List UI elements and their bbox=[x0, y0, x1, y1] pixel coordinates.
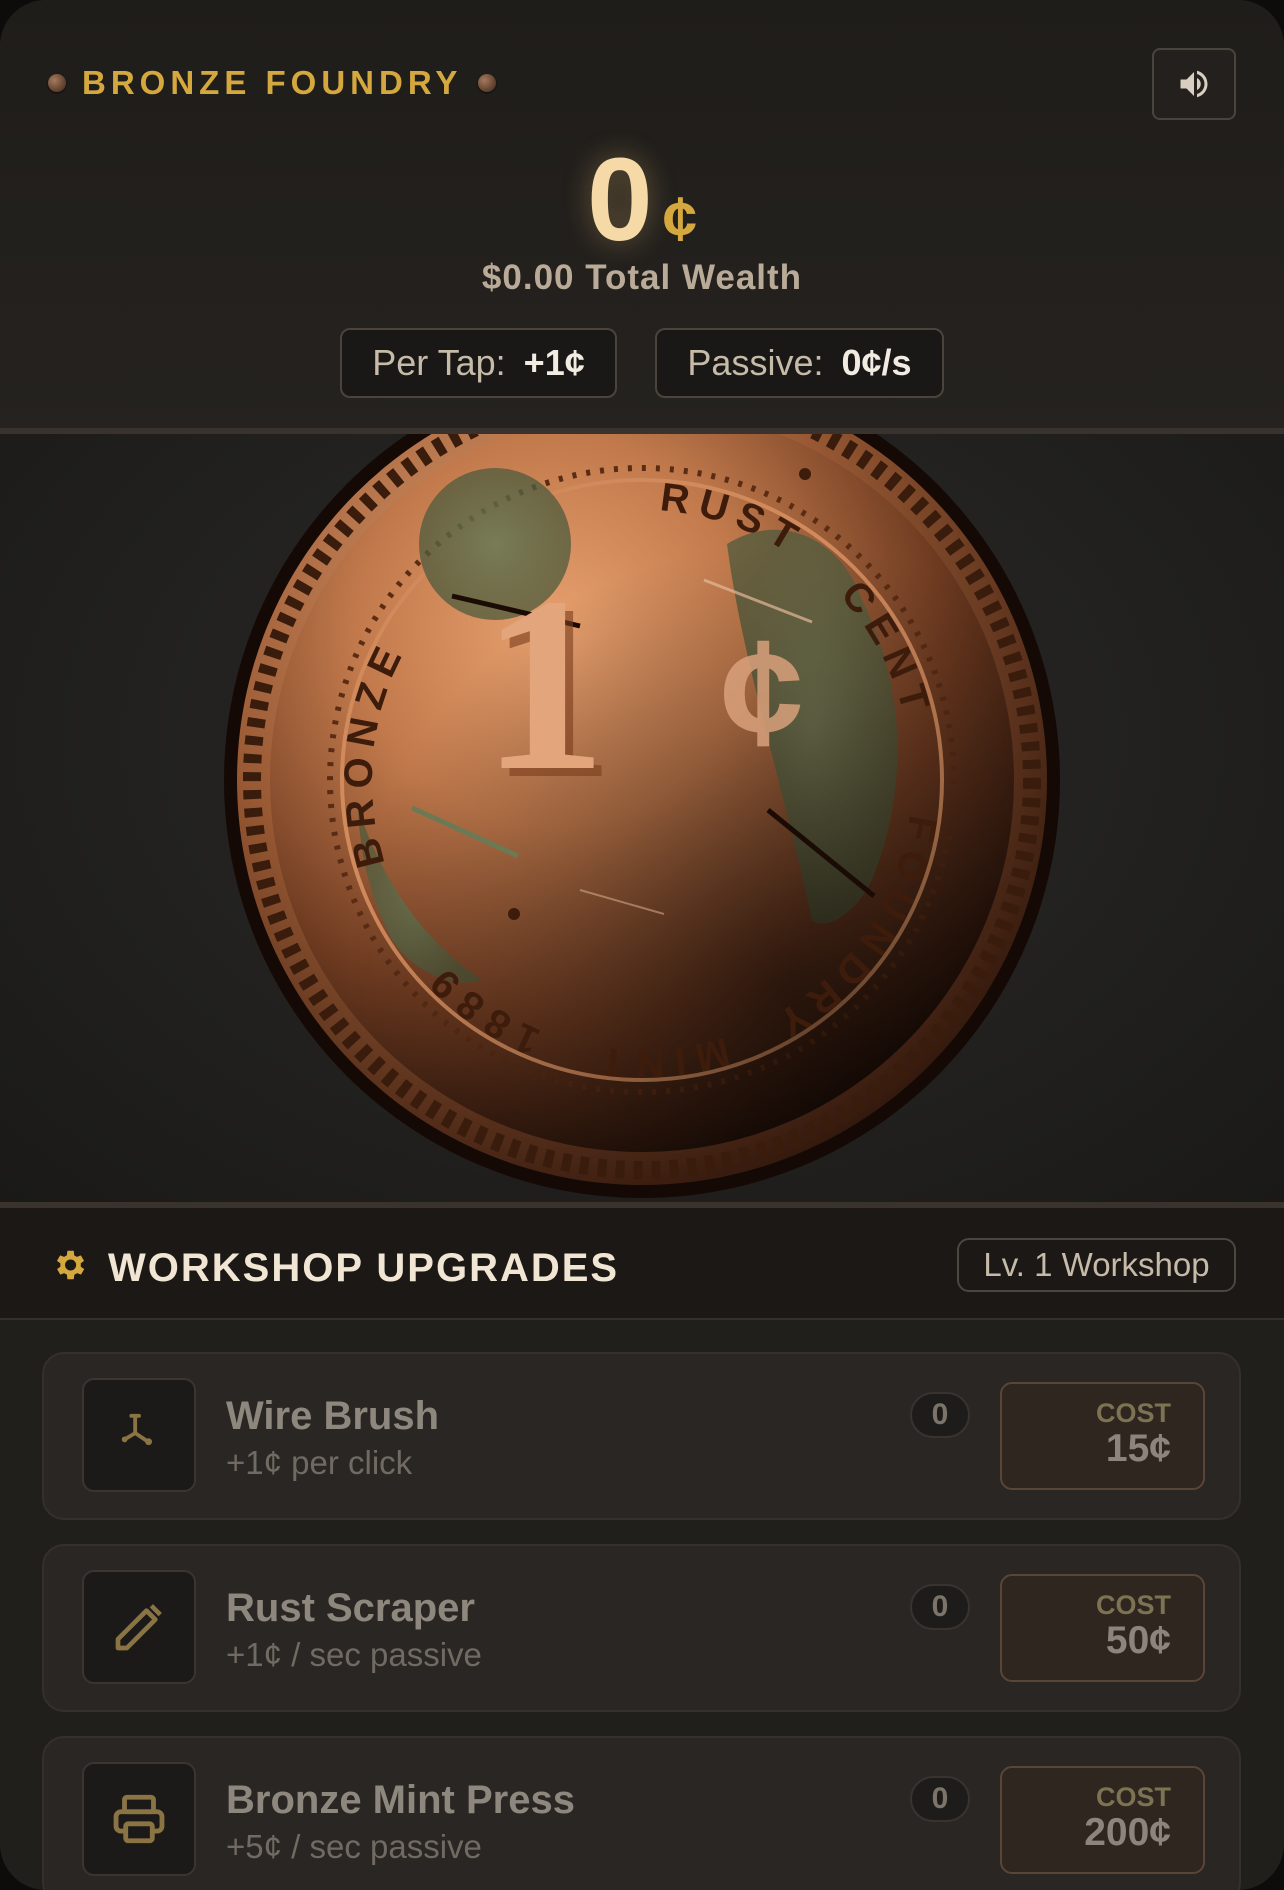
balance-display: 0 ¢ bbox=[0, 132, 1284, 268]
upgrade-card-bronze-mint-press[interactable]: Bronze Mint Press +5¢ / sec passive 0 CO… bbox=[42, 1736, 1241, 1890]
coin-denomination: 1 bbox=[482, 546, 607, 823]
per-tap-stat: Per Tap: +1¢ bbox=[340, 328, 617, 398]
tap-coin[interactable]: BRONZE RUST CENT FOUNDRY MINT 1889 1 1 ¢ bbox=[222, 434, 1062, 1200]
upgrade-icon-box bbox=[82, 1378, 196, 1492]
speaker-icon bbox=[1180, 70, 1208, 98]
upgrade-owned-count: 0 bbox=[910, 1776, 970, 1822]
pencil-icon bbox=[115, 1604, 162, 1651]
upgrade-icon-box bbox=[82, 1762, 196, 1876]
brand: BRONZE FOUNDRY bbox=[48, 58, 497, 108]
buy-button[interactable]: COST 50¢ bbox=[1000, 1574, 1205, 1682]
upgrades-header: WORKSHOP UPGRADES Lv. 1 Workshop bbox=[0, 1208, 1284, 1320]
buy-button[interactable]: COST 200¢ bbox=[1000, 1766, 1205, 1874]
upgrades-title: WORKSHOP UPGRADES bbox=[108, 1246, 620, 1290]
passive-label: Passive: bbox=[687, 342, 824, 383]
upgrade-card-wire-brush[interactable]: Wire Brush +1¢ per click 0 COST 15¢ bbox=[42, 1352, 1241, 1520]
printer-icon bbox=[113, 1794, 165, 1844]
game-screen: BRONZE FOUNDRY 0 ¢ $0.00 Total Wealth Per… bbox=[0, 0, 1284, 1890]
workshop-level-badge: Lv. 1 Workshop bbox=[957, 1238, 1236, 1292]
upgrade-name: Rust Scraper bbox=[226, 1586, 475, 1630]
upgrade-card-rust-scraper[interactable]: Rust Scraper +1¢ / sec passive 0 COST 50… bbox=[42, 1544, 1241, 1712]
cost-value: 200¢ bbox=[1084, 1811, 1171, 1854]
balance-value: 0 bbox=[586, 134, 653, 266]
balance-unit: ¢ bbox=[662, 185, 698, 254]
total-wealth: $0.00 Total Wealth bbox=[481, 258, 803, 297]
upgrade-description: +5¢ / sec passive bbox=[226, 1828, 482, 1865]
header: BRONZE FOUNDRY 0 ¢ $0.00 Total Wealth Per… bbox=[0, 0, 1284, 430]
upgrades-list: Wire Brush +1¢ per click 0 COST 15¢ Rust… bbox=[0, 1320, 1284, 1890]
wire-brush-icon bbox=[121, 1413, 153, 1446]
buy-button[interactable]: COST 15¢ bbox=[1000, 1382, 1205, 1490]
brand-title: BRONZE FOUNDRY bbox=[82, 64, 463, 101]
per-tap-value: +1¢ bbox=[523, 342, 585, 383]
upgrade-owned-count: 0 bbox=[910, 1584, 970, 1630]
sound-toggle-button[interactable] bbox=[1152, 48, 1236, 120]
coin-stage: BRONZE RUST CENT FOUNDRY MINT 1889 1 1 ¢ bbox=[0, 434, 1284, 1202]
upgrade-description: +1¢ / sec passive bbox=[226, 1636, 482, 1673]
cost-value: 15¢ bbox=[1105, 1427, 1171, 1470]
cost-label: COST bbox=[1095, 1782, 1171, 1812]
passive-value: 0¢/s bbox=[841, 342, 912, 383]
upgrade-name: Wire Brush bbox=[226, 1394, 440, 1438]
upgrade-description: +1¢ per click bbox=[226, 1444, 413, 1481]
passive-stat: Passive: 0¢/s bbox=[655, 328, 944, 398]
cost-label: COST bbox=[1095, 1398, 1171, 1428]
coin-cent-symbol: ¢ bbox=[720, 608, 803, 776]
rivet-icon bbox=[478, 74, 497, 92]
cost-value: 50¢ bbox=[1105, 1619, 1171, 1662]
gear-icon bbox=[56, 1250, 85, 1280]
upgrade-icon-box bbox=[82, 1570, 196, 1684]
upgrade-name: Bronze Mint Press bbox=[226, 1778, 575, 1822]
per-tap-label: Per Tap: bbox=[372, 342, 506, 383]
cost-label: COST bbox=[1095, 1590, 1171, 1620]
upgrade-owned-count: 0 bbox=[910, 1392, 970, 1438]
rivet-icon bbox=[48, 74, 66, 92]
